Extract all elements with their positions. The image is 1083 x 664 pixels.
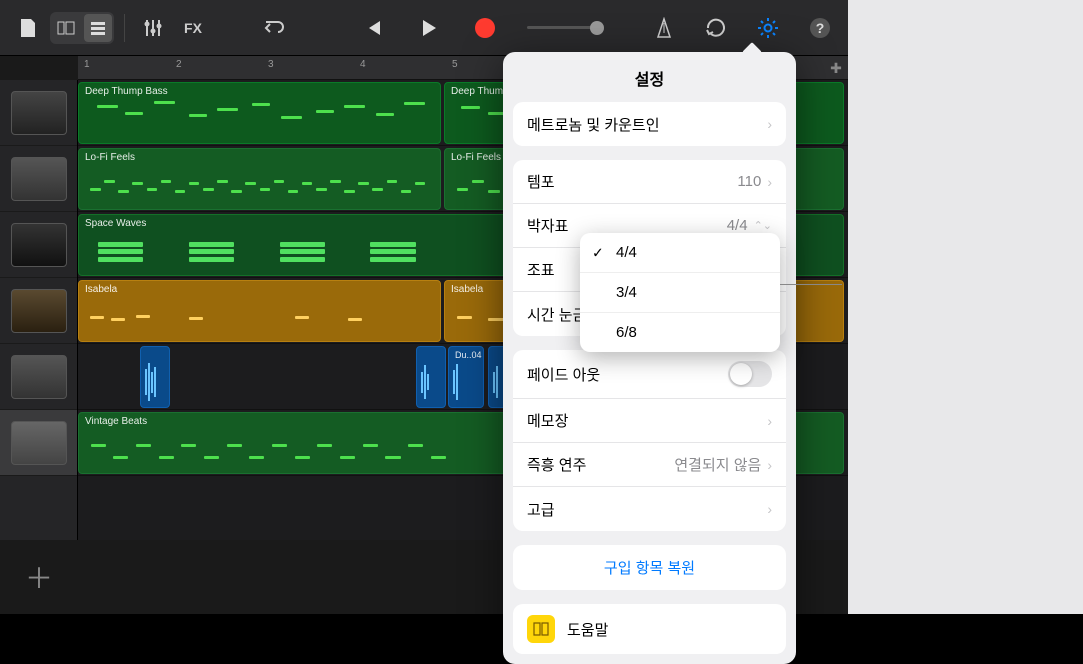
tempo-value: 110 bbox=[737, 173, 761, 190]
row-label: 조표 bbox=[527, 259, 555, 280]
chevron-right-icon: › bbox=[767, 116, 772, 132]
audio-region[interactable] bbox=[140, 346, 170, 408]
chevron-right-icon: › bbox=[767, 174, 772, 190]
ruler-mark: 5 bbox=[452, 59, 458, 70]
audio-region[interactable]: Du..04 bbox=[448, 346, 484, 408]
midi-region[interactable]: Deep Thump Bass bbox=[78, 82, 441, 144]
region-label: Du..04 bbox=[449, 347, 483, 363]
advanced-row[interactable]: 고급 › bbox=[513, 487, 786, 531]
help-row[interactable]: 도움말 bbox=[513, 604, 786, 654]
midi-region[interactable]: Isabela bbox=[78, 280, 441, 342]
rewind-button[interactable] bbox=[355, 10, 391, 46]
midi-region[interactable]: Lo-Fi Feels bbox=[78, 148, 441, 210]
row-label: 메모장 bbox=[527, 410, 568, 431]
fadeout-row: 페이드 아웃 bbox=[513, 350, 786, 399]
track-header[interactable] bbox=[0, 278, 77, 344]
ruler-mark: 1 bbox=[84, 59, 90, 70]
add-section-button[interactable]: ✚ bbox=[828, 60, 844, 76]
time-signature-dropdown: ✓ 4/4 3/4 6/8 bbox=[580, 233, 780, 352]
chevron-right-icon: › bbox=[767, 501, 772, 517]
play-button[interactable] bbox=[411, 10, 447, 46]
dropdown-option[interactable]: 6/8 bbox=[580, 313, 780, 352]
track-header[interactable] bbox=[0, 344, 77, 410]
toolbar: FX ? bbox=[0, 0, 848, 56]
undo-button[interactable] bbox=[255, 10, 291, 46]
chevron-right-icon: › bbox=[767, 413, 772, 429]
row-label: 시간 눈금 bbox=[527, 304, 586, 325]
region-label: Lo-Fi Feels bbox=[79, 149, 440, 166]
help-button[interactable]: ? bbox=[802, 10, 838, 46]
chevron-right-icon: › bbox=[767, 457, 772, 473]
mixer-button[interactable] bbox=[135, 10, 171, 46]
jam-value: 연결되지 않음 bbox=[674, 454, 761, 475]
row-label: 도움말 bbox=[567, 619, 608, 640]
track-header[interactable] bbox=[0, 80, 77, 146]
ruler-mark: 4 bbox=[360, 59, 366, 70]
ruler-mark: 3 bbox=[268, 59, 274, 70]
loop-browser-button[interactable] bbox=[698, 10, 734, 46]
row-label: 메트로놈 및 카운트인 bbox=[527, 114, 660, 135]
svg-text:?: ? bbox=[816, 20, 825, 36]
fadeout-toggle[interactable] bbox=[728, 361, 772, 387]
callout-line bbox=[780, 284, 842, 285]
audio-region[interactable] bbox=[416, 346, 446, 408]
check-icon: ✓ bbox=[592, 244, 604, 261]
fx-button[interactable]: FX bbox=[175, 10, 211, 46]
add-track-button[interactable]: ＋ bbox=[23, 561, 55, 593]
master-volume-slider[interactable] bbox=[527, 26, 597, 29]
book-icon bbox=[527, 615, 555, 643]
view-toggle[interactable] bbox=[50, 12, 114, 44]
option-label: 4/4 bbox=[616, 244, 637, 261]
row-label: 고급 bbox=[527, 499, 555, 520]
metronome-icon[interactable] bbox=[646, 10, 682, 46]
track-headers bbox=[0, 80, 78, 540]
metronome-row[interactable]: 메트로놈 및 카운트인 › bbox=[513, 102, 786, 146]
dropdown-option[interactable]: ✓ 4/4 bbox=[580, 233, 780, 273]
time-sig-value: 4/4 bbox=[727, 217, 748, 234]
row-label: 즉흥 연주 bbox=[527, 454, 586, 475]
restore-purchases-button[interactable]: 구입 항목 복원 bbox=[513, 545, 786, 590]
tempo-row[interactable]: 템포 110 › bbox=[513, 160, 786, 204]
dropdown-option[interactable]: 3/4 bbox=[580, 273, 780, 313]
track-header[interactable] bbox=[0, 146, 77, 212]
settings-button[interactable] bbox=[750, 10, 786, 46]
record-button[interactable] bbox=[467, 10, 503, 46]
option-label: 6/8 bbox=[616, 324, 637, 341]
updown-icon: ⌃⌄ bbox=[754, 219, 772, 232]
track-header[interactable] bbox=[0, 410, 77, 476]
settings-popover: 설정 메트로놈 및 카운트인 › 템포 110 › 박자표 4/4 ⌃⌄ 조표 … bbox=[503, 52, 796, 664]
option-label: 3/4 bbox=[616, 284, 637, 301]
region-label: Deep Thump Bass bbox=[79, 83, 440, 100]
track-header[interactable] bbox=[0, 212, 77, 278]
ruler-mark: 2 bbox=[176, 59, 182, 70]
row-label: 템포 bbox=[527, 171, 555, 192]
row-label: 박자표 bbox=[527, 215, 568, 236]
my-songs-button[interactable] bbox=[10, 10, 46, 46]
region-label: Isabela bbox=[79, 281, 440, 298]
row-label: 페이드 아웃 bbox=[527, 364, 600, 385]
notepad-row[interactable]: 메모장 › bbox=[513, 399, 786, 443]
jam-session-row[interactable]: 즉흥 연주 연결되지 않음 › bbox=[513, 443, 786, 487]
